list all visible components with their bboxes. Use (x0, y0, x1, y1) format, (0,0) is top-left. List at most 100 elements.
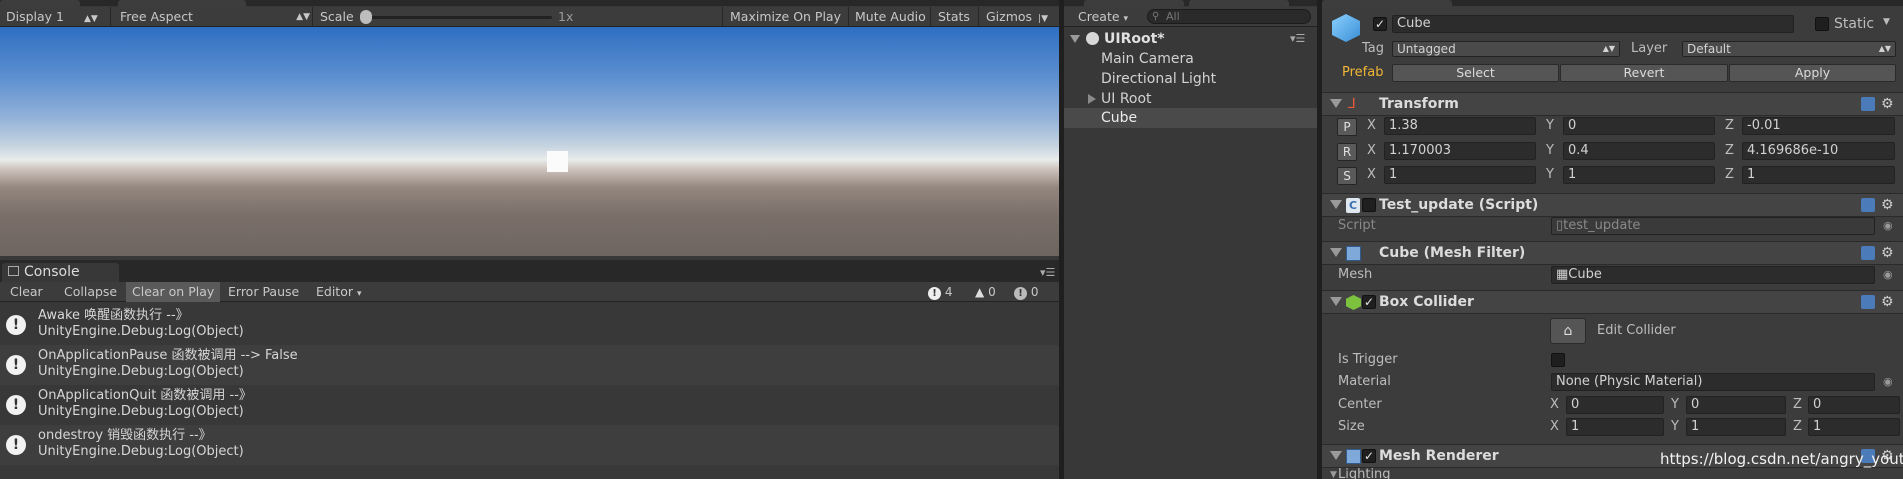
toolbar-separator (312, 7, 313, 27)
tag-dropdown[interactable]: Untagged ▲▼ (1392, 41, 1620, 57)
active-checkbox[interactable]: ✓ (1373, 17, 1387, 31)
display-dropdown[interactable]: Display 1 ▲▼ (6, 7, 98, 27)
error-count-toggle[interactable]: ! 0 (1014, 284, 1038, 300)
scale-x-field[interactable]: 1 (1384, 166, 1536, 184)
center-z-field[interactable]: 0 (1808, 396, 1900, 414)
center-y-field[interactable]: 0 (1686, 396, 1786, 414)
toolbar-separator (848, 7, 849, 27)
panel-menu-icon[interactable]: ▾☰ (1040, 266, 1055, 279)
static-dropdown-icon[interactable]: ▼ (1883, 17, 1890, 27)
object-picker-icon[interactable]: ◉ (1883, 375, 1893, 388)
scale-slider-handle[interactable] (360, 10, 372, 24)
object-name-input[interactable]: Cube (1392, 15, 1794, 33)
hierarchy-search-input[interactable]: ⚲ All (1147, 9, 1311, 24)
help-icon[interactable] (1861, 97, 1875, 111)
rotation-x-field[interactable]: 1.170003 (1384, 142, 1536, 160)
gear-icon[interactable]: ⚙ (1881, 245, 1894, 261)
hierarchy-item-label: Cube (1101, 110, 1138, 126)
clear-button[interactable]: Clear (4, 282, 49, 302)
gizmos-dropdown[interactable]: Gizmos |▼ (986, 7, 1048, 27)
log-count-toggle[interactable]: ! 4 (928, 284, 952, 300)
scale-reset-button[interactable]: S (1337, 167, 1357, 185)
log-entry[interactable]: ! Awake 唤醒函数执行 --》 UnityEngine.Debug:Log(… (0, 305, 1059, 345)
position-x-field[interactable]: 1.38 (1384, 117, 1536, 135)
lighting-foldout-icon[interactable]: ▼ (1330, 470, 1337, 479)
help-icon[interactable] (1861, 198, 1875, 212)
create-dropdown[interactable]: Create ▾ (1078, 7, 1128, 27)
hierarchy-item-directional-light[interactable]: Directional Light (1064, 69, 1317, 89)
mesh-reference-field[interactable]: ▦Cube (1551, 266, 1875, 284)
size-x-field[interactable]: 1 (1566, 418, 1664, 436)
warning-count-toggle[interactable]: ▲ 0 (975, 284, 996, 300)
scale-z-field[interactable]: 1 (1742, 166, 1895, 184)
position-y-field[interactable]: 0 (1563, 117, 1715, 135)
rotation-y-field[interactable]: 0.4 (1563, 142, 1715, 160)
material-field[interactable]: None (Physic Material) (1551, 373, 1875, 391)
axis-label-z: Z (1793, 397, 1802, 412)
script-component-header[interactable]: C Test_update (Script) ⚙ (1322, 193, 1903, 217)
hierarchy-item-cube[interactable]: Cube (1064, 108, 1317, 128)
static-checkbox[interactable] (1815, 17, 1829, 31)
hierarchy-item-main-camera[interactable]: Main Camera (1064, 49, 1317, 69)
help-icon[interactable] (1861, 246, 1875, 260)
prefab-apply-button[interactable]: Apply (1729, 64, 1896, 82)
transform-header[interactable]: ⅃ Transform ⚙ (1322, 92, 1903, 116)
expand-arrow-icon[interactable] (1070, 35, 1080, 43)
log-entry[interactable]: ! OnApplicationPause 函数被调用 --> False Unit… (0, 345, 1059, 385)
is-trigger-checkbox[interactable] (1551, 353, 1565, 367)
mesh-filter-header[interactable]: Cube (Mesh Filter) ⚙ (1322, 241, 1903, 265)
stats-toggle[interactable]: Stats (938, 7, 970, 27)
script-enabled-checkbox[interactable] (1362, 198, 1376, 212)
dropdown-arrow-icon: ▲▼ (296, 12, 310, 22)
collapse-toggle[interactable]: Collapse (58, 282, 123, 302)
lighting-section-label[interactable]: Lighting (1338, 466, 1391, 479)
size-z-field[interactable]: 1 (1808, 418, 1900, 436)
rotation-reset-button[interactable]: R (1337, 143, 1357, 161)
tab-console[interactable]: Console (2, 263, 119, 282)
gear-icon[interactable]: ⚙ (1881, 197, 1894, 213)
hierarchy-item-ui-root[interactable]: UI Root (1064, 89, 1317, 109)
object-picker-icon[interactable]: ◉ (1883, 268, 1893, 281)
collapsed-arrow-icon[interactable] (1088, 94, 1096, 104)
foldout-arrow-icon[interactable] (1330, 248, 1342, 257)
clear-on-play-toggle[interactable]: Clear on Play (126, 282, 221, 302)
tab-inspector[interactable] (1322, 0, 1452, 8)
gear-icon[interactable]: ⚙ (1881, 96, 1894, 112)
prefab-select-button[interactable]: Select (1392, 64, 1559, 82)
prefab-revert-button[interactable]: Revert (1560, 64, 1728, 82)
position-reset-button[interactable]: P (1337, 118, 1357, 136)
cube-object (547, 151, 568, 172)
box-collider-header[interactable]: ✓ Box Collider ⚙ (1322, 290, 1903, 314)
box-collider-enabled-checkbox[interactable]: ✓ (1362, 295, 1376, 309)
size-y-field[interactable]: 1 (1686, 418, 1786, 436)
position-z-field[interactable]: -0.01 (1742, 117, 1895, 135)
log-entry[interactable]: ! ondestroy 销毁函数执行 --》 UnityEngine.Debug:… (0, 425, 1059, 465)
foldout-arrow-icon[interactable] (1330, 99, 1342, 108)
dropdown-arrow-icon: ▾ (1123, 14, 1129, 24)
layer-dropdown[interactable]: Default ▲▼ (1682, 41, 1896, 57)
error-pause-toggle[interactable]: Error Pause (222, 282, 305, 302)
mesh-renderer-enabled-checkbox[interactable]: ✓ (1362, 449, 1376, 463)
maximize-on-play-toggle[interactable]: Maximize On Play (730, 7, 841, 27)
scene-menu-icon[interactable]: ▾☰ (1290, 29, 1305, 49)
cube-prefab-icon (1332, 14, 1360, 42)
scene-root[interactable]: UIRoot* ▾☰ (1064, 29, 1317, 49)
editor-dropdown[interactable]: Editor ▾ (310, 282, 368, 302)
foldout-arrow-icon[interactable] (1330, 200, 1342, 209)
gear-icon[interactable]: ⚙ (1881, 294, 1894, 310)
center-x-field[interactable]: 0 (1566, 396, 1664, 414)
game-viewport[interactable] (0, 27, 1059, 256)
scale-slider-track[interactable] (362, 16, 552, 19)
object-picker-icon[interactable]: ◉ (1883, 219, 1893, 232)
help-icon[interactable] (1861, 295, 1875, 309)
scale-y-field[interactable]: 1 (1563, 166, 1715, 184)
foldout-arrow-icon[interactable] (1330, 297, 1342, 306)
component-actions: ⚙ (1861, 96, 1897, 113)
log-entry[interactable]: ! OnApplicationQuit 函数被调用 --》 UnityEngine… (0, 385, 1059, 425)
mute-audio-toggle[interactable]: Mute Audio (855, 7, 926, 27)
foldout-arrow-icon[interactable] (1330, 451, 1342, 460)
rotation-z-field[interactable]: 4.169686e-10 (1742, 142, 1895, 160)
edit-collider-button[interactable]: ⌂ (1550, 318, 1586, 344)
component-actions: ⚙ (1861, 245, 1897, 262)
aspect-dropdown[interactable]: Free Aspect ▲▼ (120, 7, 310, 27)
